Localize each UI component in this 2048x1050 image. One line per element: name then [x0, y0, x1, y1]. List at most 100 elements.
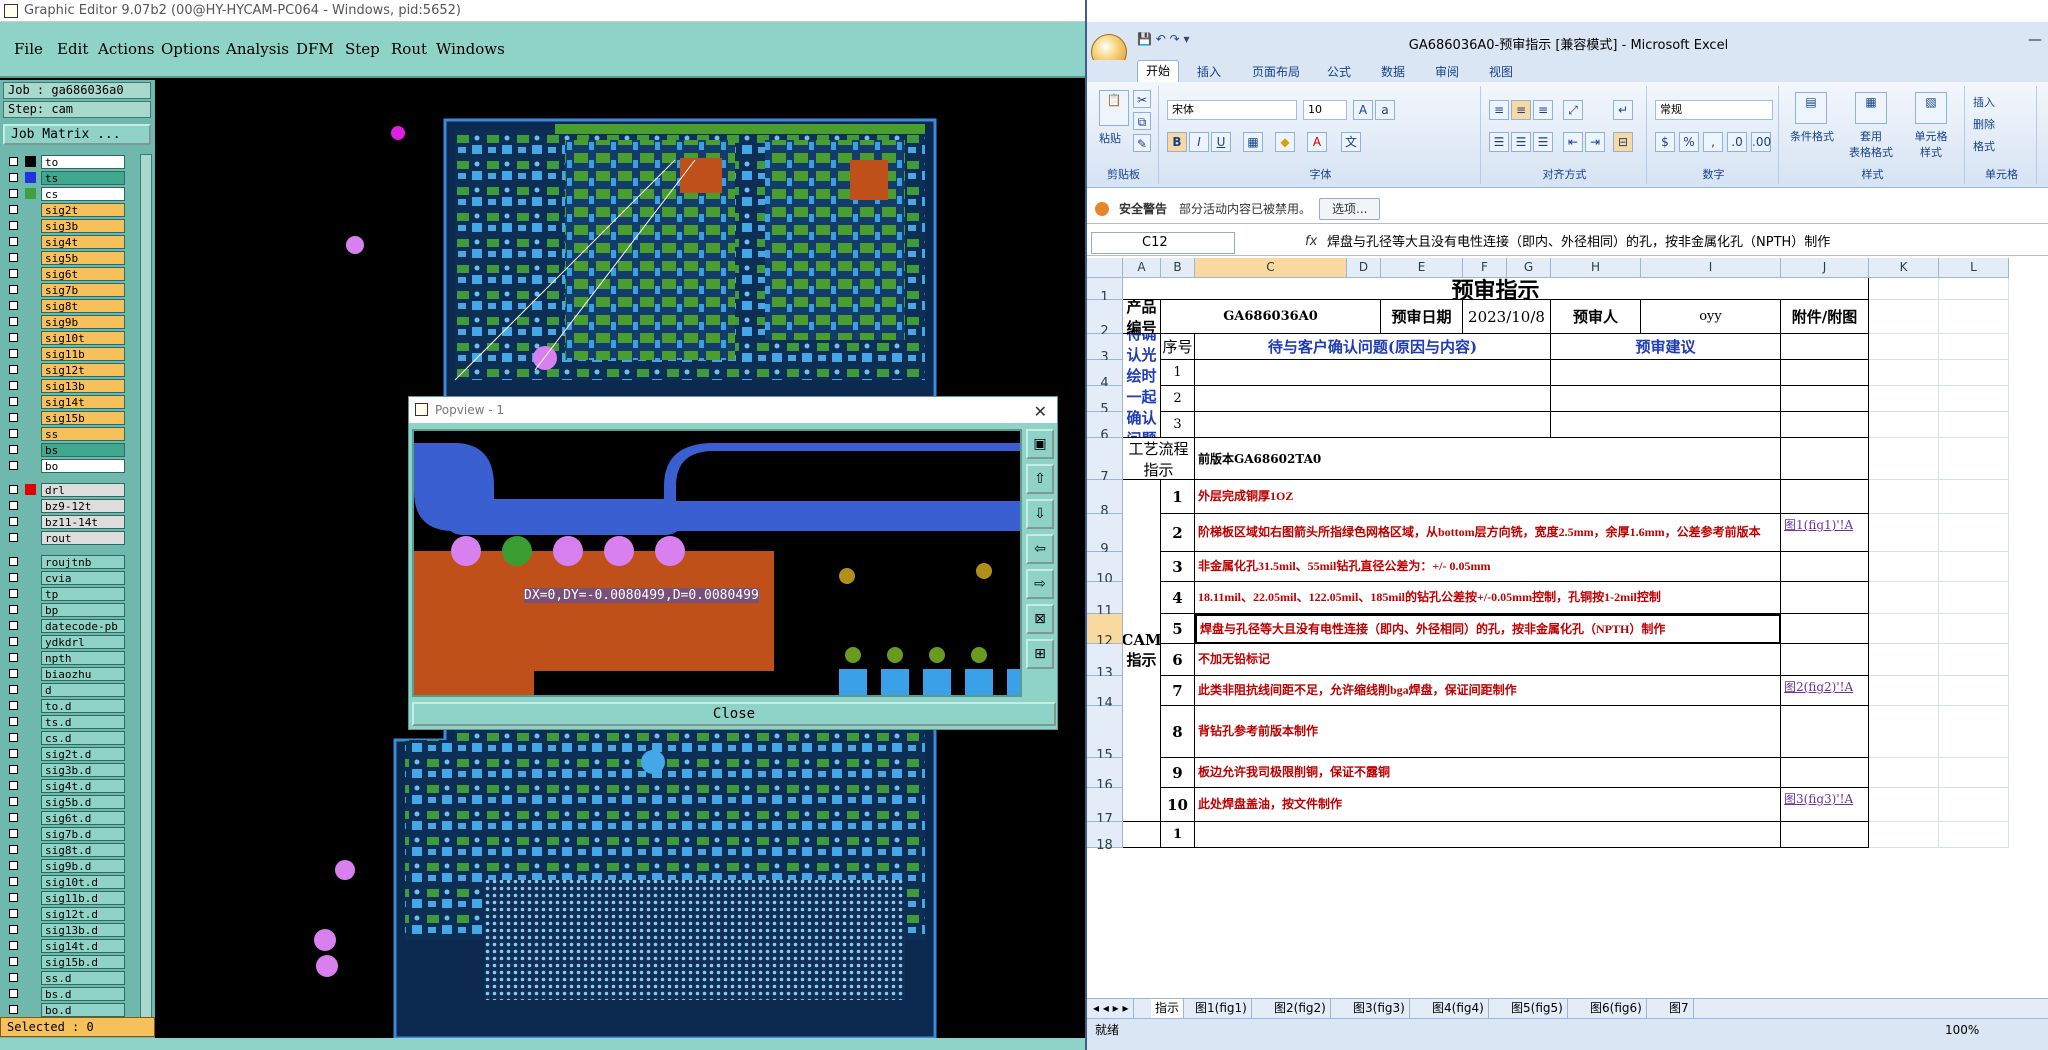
column-header-i[interactable]: I	[1641, 258, 1781, 278]
column-header-a[interactable]: A	[1123, 258, 1161, 278]
layer-checkbox[interactable]	[9, 669, 18, 678]
layer-checkbox[interactable]	[9, 941, 18, 950]
popview-close-icon[interactable]: ✕	[1034, 399, 1047, 425]
layer-checkbox[interactable]	[9, 717, 18, 726]
confirm-attach-cell[interactable]	[1781, 360, 1869, 386]
layer-row[interactable]: bs.d	[3, 986, 140, 1002]
sheet-tab[interactable]: 图7	[1665, 999, 1694, 1018]
grid-cell[interactable]	[1939, 676, 2009, 706]
format-painter-icon[interactable]: ✎	[1133, 134, 1151, 152]
grid-cell[interactable]	[1869, 412, 1939, 438]
layer-row[interactable]: sig13b	[3, 378, 140, 394]
confirm-issue-cell[interactable]	[1195, 386, 1551, 412]
name-box[interactable]: C12	[1091, 232, 1235, 254]
column-header-c[interactable]: C	[1195, 258, 1347, 278]
wrap-text-icon[interactable]: ↵	[1613, 100, 1633, 120]
row-header[interactable]: 2	[1087, 300, 1123, 339]
layer-row[interactable]: to	[3, 154, 140, 170]
job-matrix-button[interactable]: Job Matrix ...	[3, 124, 151, 145]
layer-checkbox[interactable]	[9, 533, 18, 542]
layer-row[interactable]: biaozhu	[3, 666, 140, 682]
security-options-button[interactable]: 选项...	[1319, 198, 1381, 220]
layer-checkbox[interactable]	[9, 365, 18, 374]
sheet-tab[interactable]: 指示	[1151, 999, 1185, 1018]
date-label[interactable]: 预审日期	[1381, 300, 1463, 334]
grid-cell[interactable]	[1939, 614, 2009, 644]
layer-checkbox[interactable]	[9, 573, 18, 582]
zoom-in-icon[interactable]: ⊠	[1026, 604, 1054, 634]
grid-cell[interactable]	[1869, 300, 1939, 334]
layer-checkbox[interactable]	[9, 797, 18, 806]
grid-cell[interactable]	[1939, 360, 2009, 386]
instruction-text[interactable]: 焊盘与孔径等大且没有电性连接（即内、外径相同）的孔，按非金属化孔（NPTH）制作	[1195, 614, 1781, 644]
grid-cell[interactable]	[1869, 514, 1939, 552]
row18-a[interactable]	[1123, 822, 1161, 848]
layer-checkbox[interactable]	[9, 349, 18, 358]
bold-icon[interactable]: B	[1167, 132, 1187, 152]
layer-row[interactable]: sig15b	[3, 410, 140, 426]
layer-checkbox[interactable]	[9, 205, 18, 214]
process-attach-cell[interactable]	[1781, 438, 1869, 480]
grid-cell[interactable]	[1869, 644, 1939, 676]
layer-row[interactable]: sig4t	[3, 234, 140, 250]
row-header[interactable]: 9	[1087, 514, 1123, 557]
layer-row[interactable]: drl	[3, 482, 140, 498]
row-header[interactable]: 4	[1087, 360, 1123, 391]
layer-row[interactable]: sig3b	[3, 218, 140, 234]
grid-cell[interactable]	[1939, 334, 2009, 360]
instruction-num[interactable]: 1	[1161, 480, 1195, 514]
confirm-issue-cell[interactable]	[1195, 412, 1551, 438]
grid-cell[interactable]	[1939, 582, 2009, 614]
instruction-num[interactable]: 5	[1161, 614, 1195, 644]
layer-row[interactable]: sig9b.d	[3, 858, 140, 874]
grid-cell[interactable]	[1939, 412, 2009, 438]
layer-checkbox[interactable]	[9, 269, 18, 278]
confirm-suggest-cell[interactable]	[1551, 412, 1781, 438]
instruction-num[interactable]: 7	[1161, 676, 1195, 706]
layer-row[interactable]: d	[3, 682, 140, 698]
fill-color-icon[interactable]: ◆	[1275, 132, 1295, 152]
layer-row[interactable]: ts.d	[3, 714, 140, 730]
layer-row[interactable]: sig7b.d	[3, 826, 140, 842]
column-header-k[interactable]: K	[1869, 258, 1939, 278]
layer-row[interactable]: sig12t.d	[3, 906, 140, 922]
layer-row[interactable]: sig11b	[3, 346, 140, 362]
suggestion-header[interactable]: 预审建议	[1551, 334, 1781, 360]
tab-data[interactable]: 数据	[1381, 63, 1405, 80]
align-left-icon[interactable]: ☰	[1489, 132, 1509, 152]
layer-row[interactable]: bo.d	[3, 1002, 140, 1018]
layer-row[interactable]: rout	[3, 530, 140, 546]
menu-dfm[interactable]: DFM	[296, 40, 334, 58]
instruction-num[interactable]: 4	[1161, 582, 1195, 614]
layer-row[interactable]: sig6t	[3, 266, 140, 282]
row-header[interactable]: 10	[1087, 552, 1123, 587]
layer-checkbox[interactable]	[9, 517, 18, 526]
column-header-f[interactable]: F	[1463, 258, 1507, 278]
row-header[interactable]: 18	[1087, 822, 1123, 853]
instruction-attach-cell[interactable]	[1781, 644, 1869, 676]
layer-row[interactable]: ts	[3, 170, 140, 186]
grid-cell[interactable]	[1939, 758, 2009, 788]
tab-formulas[interactable]: 公式	[1327, 63, 1351, 80]
row-header[interactable]: 7	[1087, 438, 1123, 485]
pan-left-icon[interactable]: ⇦	[1026, 534, 1054, 564]
worksheet-grid[interactable]: A B C D E F G H I J K L 1 2 3 4 5 6 7 8 9 10 11 12 13 14 15 16 17 18 预…	[1087, 258, 2048, 998]
grid-cell[interactable]	[1869, 822, 1939, 848]
tab-page-layout[interactable]: 页面布局	[1252, 63, 1300, 80]
process-label[interactable]: 工艺流程指示	[1123, 438, 1195, 480]
layer-scrollbar[interactable]	[140, 154, 152, 1034]
align-bottom-icon[interactable]: ≡	[1533, 100, 1553, 120]
layer-row[interactable]: ss.d	[3, 970, 140, 986]
layer-checkbox[interactable]	[9, 653, 18, 662]
attachment-label[interactable]: 附件/附图	[1781, 300, 1869, 334]
layer-checkbox[interactable]	[9, 765, 18, 774]
seq-label[interactable]: 序号	[1161, 334, 1195, 360]
popview-titlebar[interactable]: Popview - 1 ✕	[409, 397, 1057, 423]
menu-step[interactable]: Step	[345, 40, 380, 58]
underline-icon[interactable]: U	[1211, 132, 1231, 152]
confirm-issue-cell[interactable]	[1195, 360, 1551, 386]
layer-checkbox[interactable]	[9, 301, 18, 310]
grid-cell[interactable]	[1939, 644, 2009, 676]
align-center-icon[interactable]: ☰	[1511, 132, 1531, 152]
copy-icon[interactable]: ⧉	[1133, 112, 1151, 130]
